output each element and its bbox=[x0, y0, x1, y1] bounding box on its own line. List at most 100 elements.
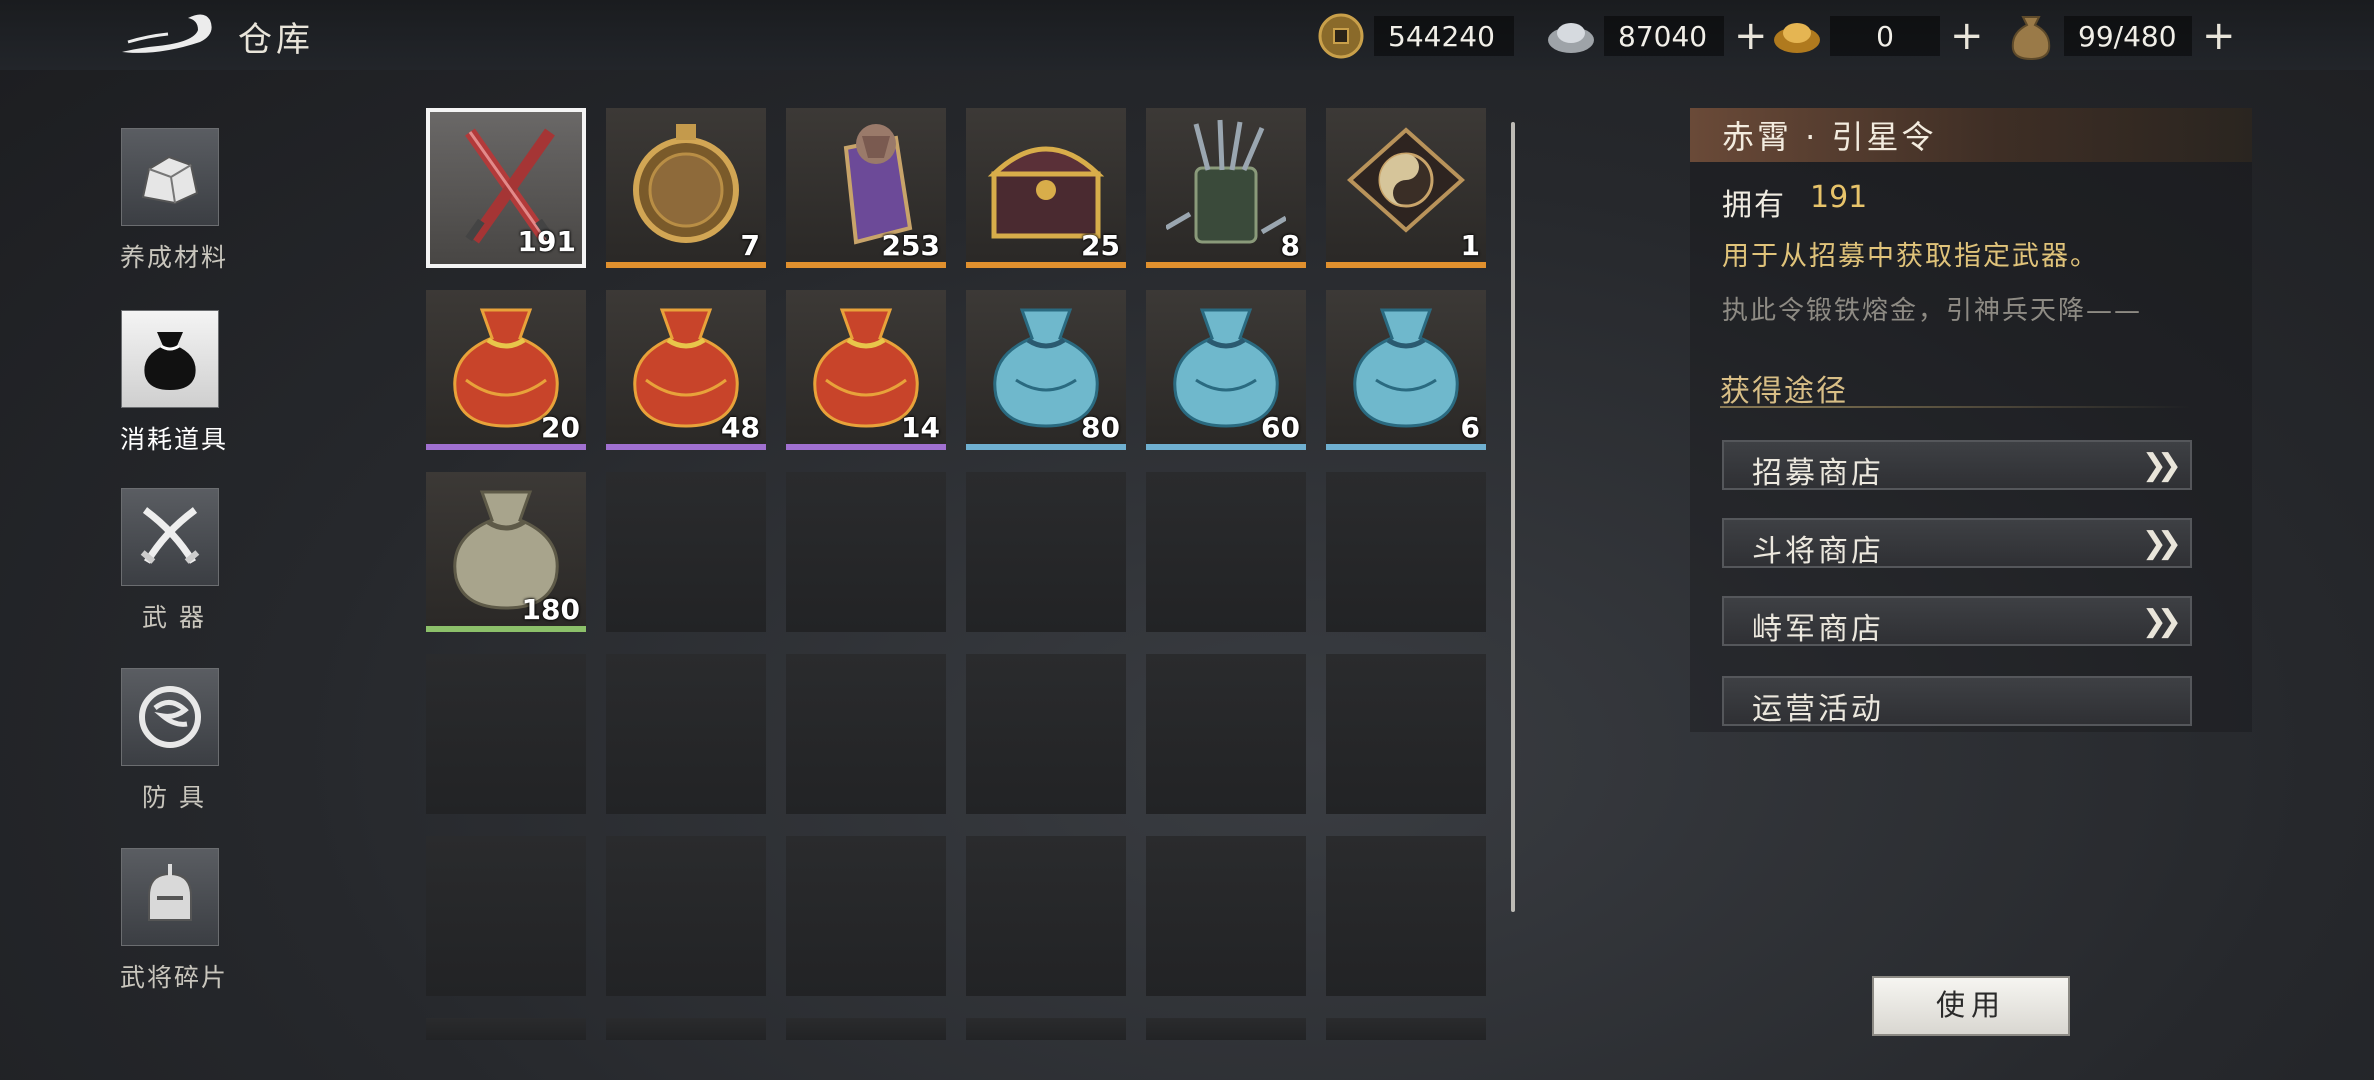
silver-add-button[interactable]: + bbox=[1734, 16, 1768, 56]
empty-slot bbox=[786, 836, 946, 996]
bag-capacity-icon bbox=[2006, 11, 2056, 61]
empty-slot bbox=[606, 1018, 766, 1040]
item-count: 8 bbox=[1280, 229, 1300, 262]
nav-label: 武将碎片 bbox=[119, 963, 228, 992]
empty-slot bbox=[1326, 472, 1486, 632]
empty-slot bbox=[966, 654, 1126, 814]
bagua-plate-icon bbox=[1346, 118, 1466, 248]
item-slot[interactable]: 6 bbox=[1326, 290, 1486, 450]
source-label: 招募商店 bbox=[1752, 456, 1884, 491]
source-recruit-shop-button[interactable]: 招募商店 ❯❯ bbox=[1722, 440, 2192, 491]
rarity-bar bbox=[966, 444, 1126, 450]
item-slot[interactable]: 20 bbox=[426, 290, 586, 450]
empty-slot bbox=[966, 836, 1126, 996]
item-slot[interactable]: 253 bbox=[786, 108, 946, 268]
source-heading: 获得途径 bbox=[1720, 374, 1848, 409]
item-flavor-text: 执此令锻铁熔金，引神兵天降—— bbox=[1722, 296, 2143, 326]
gold-ingot-counter: 0 + bbox=[1772, 14, 1984, 58]
gold-ingot-icon bbox=[1772, 11, 1822, 61]
empty-slot bbox=[426, 654, 586, 814]
bronze-mirror-icon bbox=[626, 118, 746, 248]
copper-coin-value: 544240 bbox=[1374, 16, 1514, 56]
silver-ingot-icon bbox=[1546, 11, 1596, 61]
stone-icon bbox=[121, 128, 219, 226]
rarity-bar bbox=[606, 262, 766, 268]
item-slot[interactable]: 25 bbox=[966, 108, 1126, 268]
nav-label: 消耗道具 bbox=[119, 425, 228, 454]
gold-ingot-value: 0 bbox=[1830, 16, 1940, 56]
item-count: 20 bbox=[541, 411, 580, 444]
empty-slot bbox=[1146, 472, 1306, 632]
crossed-swords-icon bbox=[121, 488, 219, 586]
rarity-bar bbox=[966, 262, 1126, 268]
nav-item-weapons[interactable]: 武 器 bbox=[100, 488, 260, 648]
item-slot[interactable]: 14 bbox=[786, 290, 946, 450]
nav-item-consumables[interactable]: 消耗道具 bbox=[100, 310, 260, 470]
copper-coin-counter: 544240 bbox=[1316, 13, 1514, 59]
rarity-bar bbox=[606, 444, 766, 450]
nav-item-general-shards[interactable]: 武将碎片 bbox=[100, 848, 260, 1008]
source-label: 斗将商店 bbox=[1752, 534, 1884, 569]
rarity-bar bbox=[1326, 262, 1486, 268]
silver-ingot-counter: 87040 + bbox=[1546, 14, 1768, 58]
empty-slot bbox=[426, 836, 586, 996]
item-count: 191 bbox=[517, 225, 576, 258]
empty-slot bbox=[1146, 836, 1306, 996]
item-count: 14 bbox=[901, 411, 940, 444]
source-duel-shop-button[interactable]: 斗将商店 ❯❯ bbox=[1722, 518, 2192, 569]
empty-slot bbox=[786, 1018, 946, 1040]
rarity-bar bbox=[1146, 444, 1306, 450]
item-count: 60 bbox=[1261, 411, 1300, 444]
nav-label: 防 具 bbox=[142, 783, 206, 812]
empty-slot bbox=[426, 1018, 586, 1040]
source-army-shop-button[interactable]: 峙军商店 ❯❯ bbox=[1722, 596, 2192, 647]
empty-slot bbox=[786, 472, 946, 632]
nav-item-materials[interactable]: 养成材料 bbox=[100, 128, 260, 288]
item-count: 1 bbox=[1460, 229, 1480, 262]
item-slot[interactable]: 48 bbox=[606, 290, 766, 450]
silver-ingot-value: 87040 bbox=[1604, 16, 1724, 56]
double-chevron-right-icon: ❯❯ bbox=[2141, 526, 2182, 561]
item-count: 6 bbox=[1460, 411, 1480, 444]
item-slot[interactable]: 60 bbox=[1146, 290, 1306, 450]
item-count: 253 bbox=[881, 229, 940, 262]
empty-slot bbox=[1146, 654, 1306, 814]
source-label: 峙军商店 bbox=[1752, 612, 1884, 647]
bag-capacity-value: 99/480 bbox=[2064, 16, 2192, 56]
page-title: 仓库 bbox=[238, 20, 314, 60]
back-arrow-icon bbox=[122, 14, 212, 53]
use-button[interactable]: 使用 bbox=[1872, 976, 2070, 1036]
empty-slot bbox=[1326, 836, 1486, 996]
source-event-button[interactable]: 运营活动 bbox=[1722, 676, 2192, 727]
bag-add-button[interactable]: + bbox=[2202, 16, 2236, 56]
bag-capacity-counter: 99/480 + bbox=[2006, 11, 2236, 61]
item-count: 80 bbox=[1081, 411, 1120, 444]
item-slot[interactable]: 7 bbox=[606, 108, 766, 268]
dragon-emblem-icon bbox=[121, 668, 219, 766]
empty-slot bbox=[1326, 1018, 1486, 1040]
item-slot[interactable]: 191 bbox=[426, 108, 586, 268]
item-slot[interactable]: 8 bbox=[1146, 108, 1306, 268]
gold-add-button[interactable]: + bbox=[1950, 16, 1984, 56]
grid-scrollbar[interactable] bbox=[1511, 122, 1515, 912]
item-slot[interactable]: 1 bbox=[1326, 108, 1486, 268]
nav-label: 武 器 bbox=[142, 603, 206, 632]
item-name: 赤霄 · 引星令 bbox=[1722, 118, 1937, 156]
rarity-bar bbox=[786, 444, 946, 450]
item-slot[interactable]: 80 bbox=[966, 290, 1126, 450]
back-button[interactable] bbox=[118, 12, 218, 58]
rarity-bar bbox=[786, 262, 946, 268]
item-slot[interactable]: 180 bbox=[426, 472, 586, 632]
empty-slot bbox=[966, 1018, 1126, 1040]
item-description: 用于从招募中获取指定武器。 bbox=[1722, 241, 2099, 272]
source-label: 运营活动 bbox=[1752, 692, 1884, 727]
brush-holder-icon bbox=[1164, 118, 1288, 248]
general-helmet-icon bbox=[121, 848, 219, 946]
empty-slot bbox=[1146, 1018, 1306, 1040]
owned-label: 拥有 bbox=[1722, 188, 1786, 223]
item-count: 7 bbox=[740, 229, 760, 262]
item-count: 25 bbox=[1081, 229, 1120, 262]
empty-slot bbox=[606, 472, 766, 632]
nav-label: 养成材料 bbox=[119, 243, 228, 272]
nav-item-armor[interactable]: 防 具 bbox=[100, 668, 260, 828]
